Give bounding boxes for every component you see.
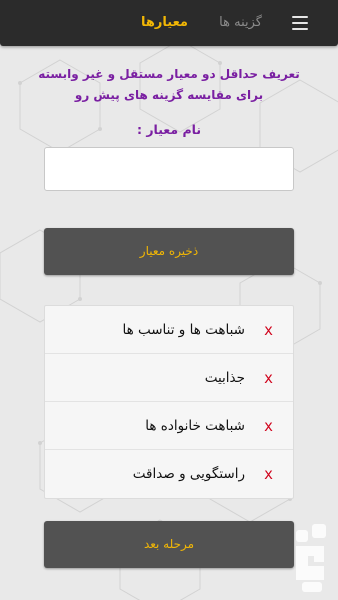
criterion-name-label: نام معیار : [136,122,202,137]
bazaar-logo-icon [296,524,326,592]
list-item: x شباهت ها و تناسب ها [45,306,293,354]
hamburger-menu-icon[interactable] [292,16,308,30]
criterion-label: شباهت ها و تناسب ها [122,321,245,338]
delete-icon[interactable]: x [259,321,273,339]
criterion-label: شباهت خانواده ها [145,417,245,434]
criterion-name-input[interactable] [44,147,294,191]
list-item: x شباهت خانواده ها [45,402,293,450]
tab-options[interactable]: گزینه ها [219,15,262,30]
delete-icon[interactable]: x [259,369,273,387]
delete-icon[interactable]: x [259,465,273,483]
top-app-bar: گزینه ها معیارها [0,0,338,46]
list-item: x جذابیت [45,354,293,402]
intro-line-1: تعریف حداقل دو معیار مستقل و غیر وابسته [38,67,300,81]
intro-text: تعریف حداقل دو معیار مستقل و غیر وابسته … [20,64,318,106]
next-step-button[interactable]: مرحله بعد [44,521,294,568]
save-criterion-button[interactable]: ذخیره معیار [44,228,294,275]
tab-criteria[interactable]: معیارها [141,15,188,30]
criterion-label: راستگویی و صداقت [132,466,245,482]
criteria-list: x شباهت ها و تناسب ها x جذابیت x شباهت خ… [44,305,294,499]
criterion-label: جذابیت [204,369,245,386]
intro-line-2: برای مقایسه گزینه های پیش رو [74,88,264,102]
list-item: x راستگویی و صداقت [45,450,293,498]
delete-icon[interactable]: x [259,417,273,435]
